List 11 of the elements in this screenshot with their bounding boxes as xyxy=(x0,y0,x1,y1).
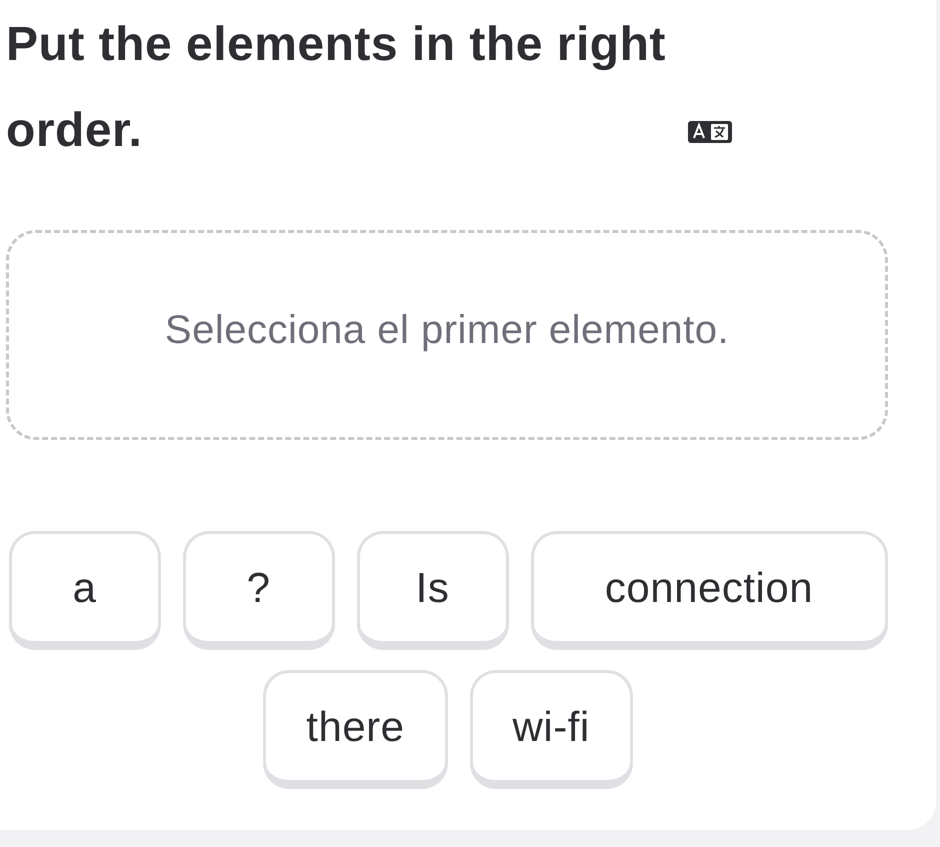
exercise-title: Put the elements in the right order. xyxy=(6,17,667,159)
word-tile[interactable]: a xyxy=(8,531,160,650)
word-tile[interactable]: connection xyxy=(530,531,888,650)
word-tile[interactable]: wi-fi xyxy=(470,670,633,789)
translate-icon xyxy=(688,120,734,144)
word-tile[interactable]: Is xyxy=(356,531,508,650)
placeholder-text: Selecciona el primer elemento. xyxy=(164,307,730,354)
answer-area[interactable]: Selecciona el primer elemento. xyxy=(6,230,888,440)
word-tile[interactable]: ? xyxy=(182,531,334,650)
word-tile[interactable]: there xyxy=(263,670,448,789)
translate-button[interactable] xyxy=(688,120,734,144)
